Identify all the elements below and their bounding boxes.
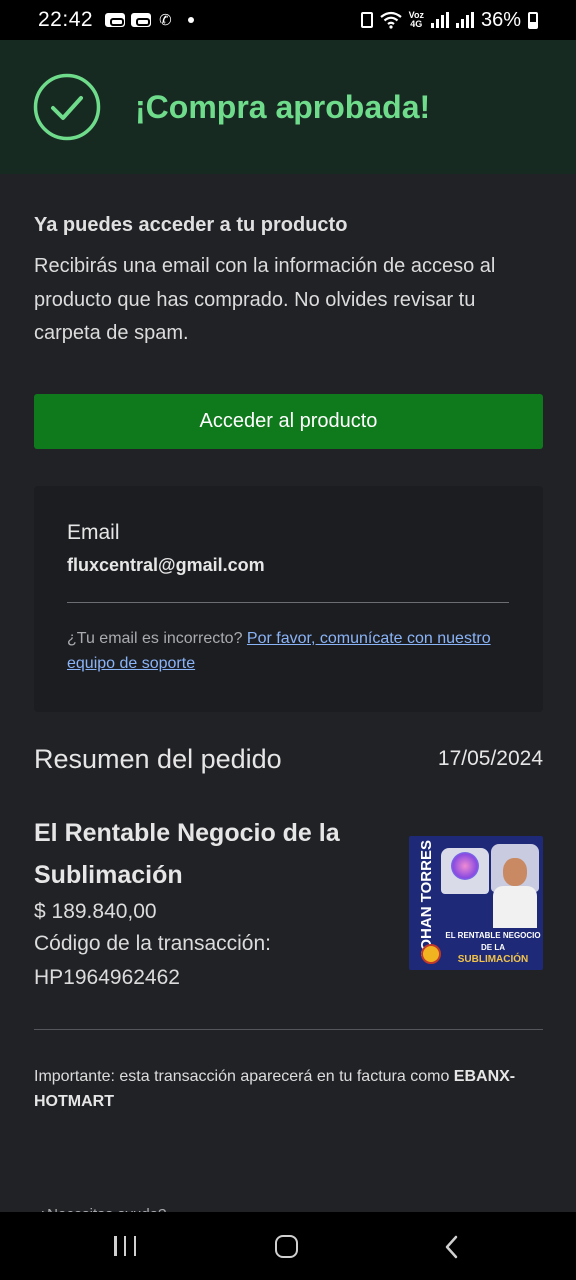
product-price: $ 189.840,00 [34,900,157,923]
wifi-icon [379,11,402,29]
thumbnail-person [493,858,537,928]
signal-icon [430,12,449,28]
status-time: 22:42 [38,8,94,31]
navigation-bar [0,1212,576,1280]
transaction-code: HP1964962462 [34,966,180,989]
status-bar: 22:42 ✆ Voz 4G 36% [0,0,576,40]
email-help-question: ¿Tu email es incorrecto? [67,630,247,647]
notification-dot-icon [187,17,194,23]
wifi-call-icon: ✆ [159,12,172,29]
battery-icon [528,11,538,29]
battery-percentage: 36% [480,8,521,31]
voicemail-icon [105,13,126,27]
thumbnail-caption-bottom: SUBLIMACIÓN [457,954,529,965]
important-prefix: Importante: esta transacción aparecerá e… [34,1068,454,1085]
email-divider [67,602,509,603]
email-card: Email fluxcentral@gmail.com ¿Tu email es… [34,486,543,712]
access-heading: Ya puedes acceder a tu producto [34,214,348,236]
success-title: ¡Compra aprobada! [135,88,431,125]
order-date: 17/05/2024 [437,747,543,770]
status-right-icons: Voz 4G 36% [360,8,538,32]
recent-apps-icon[interactable] [114,1236,136,1256]
back-icon[interactable] [440,1234,466,1260]
summary-divider [34,1029,543,1030]
product-name: El Rentable Negocio de la Sublimación [34,819,340,889]
email-label: Email [67,521,120,544]
status-left-icons: ✆ [105,11,194,29]
access-description: Recibirás una email con la información d… [34,255,496,344]
email-help-text: ¿Tu email es incorrecto? Por favor, comu… [67,626,517,676]
thumbnail-caption-top: EL RENTABLE NEGOCIO DE LA [445,931,541,952]
thumbnail-seal [421,944,441,964]
thumbnail-shirt-art [451,852,479,880]
order-summary-title: Resumen del pedido [34,744,282,774]
signal-roaming-icon [455,12,474,28]
thumbnail-caption: EL RENTABLE NEGOCIO DE LA SUBLIMACIÓN [445,930,541,966]
home-icon[interactable] [275,1235,298,1258]
product-thumbnail: JOHAN TORRES EL RENTABLE NEGOCIO DE LA S… [409,836,543,970]
volte-4g-icon: Voz 4G [409,11,424,29]
volte-bottom-label: 4G [410,19,423,29]
email-value: fluxcentral@gmail.com [67,555,265,575]
sim-icon [360,12,373,28]
transaction-label: Código de la transacción: [34,932,271,955]
access-product-button[interactable]: Acceder al producto [34,394,543,449]
voicemail-icon [131,13,152,27]
success-banner: ¡Compra aprobada! [0,40,576,174]
check-circle-icon [33,73,101,141]
thumbnail-vertical-text: JOHAN TORRES [417,839,435,959]
important-note: Importante: esta transacción aparecerá e… [34,1064,546,1114]
